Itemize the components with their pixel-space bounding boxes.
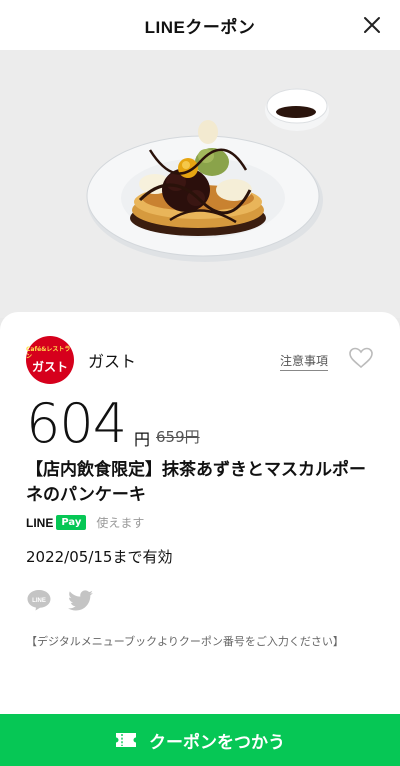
svg-text:LINE: LINE: [32, 598, 46, 604]
original-price: 659円: [156, 428, 200, 446]
coupon-price: 604: [26, 392, 127, 455]
coupon-title: 【店内飲食限定】抹茶あずきとマスカルポーネのパンケーキ: [26, 460, 366, 505]
shop-logo: Café&レストラン ガスト: [26, 336, 74, 384]
coupon-instructions: 【デジタルメニューブックよりクーポン番号をご入力ください】: [26, 635, 344, 648]
shop-logo-name: ガスト: [31, 360, 68, 374]
expiry-date: 2022/05/15まで有効: [26, 548, 173, 566]
shop-name: ガスト: [88, 352, 137, 371]
linepay-note: 使えます: [96, 516, 145, 530]
linepay-pay-text: Pay: [56, 515, 87, 530]
use-coupon-button[interactable]: クーポンをつかう: [0, 714, 400, 766]
line-share-icon[interactable]: LINE: [26, 588, 52, 612]
coupon-image: [0, 50, 400, 318]
price-unit: 円: [134, 430, 151, 449]
close-icon[interactable]: [360, 13, 384, 37]
linepay-badge: LINE Pay 使えます: [26, 514, 144, 531]
pancake-photo: [0, 50, 400, 318]
use-coupon-label: クーポンをつかう: [149, 732, 285, 753]
shop-logo-tagline: Café&レストラン: [26, 346, 71, 360]
header-title: LINEクーポン: [144, 17, 256, 37]
linepay-line-text: LINE: [26, 515, 54, 530]
app-header: LINEクーポン: [0, 0, 400, 50]
ticket-icon: [116, 733, 136, 747]
coupon-card: Café&レストラン ガスト ガスト 注意事項 604 円 659円 【店内飲食…: [0, 312, 400, 766]
notes-link[interactable]: 注意事項: [280, 352, 329, 371]
twitter-share-icon[interactable]: [68, 590, 94, 612]
heart-icon[interactable]: [348, 346, 374, 370]
